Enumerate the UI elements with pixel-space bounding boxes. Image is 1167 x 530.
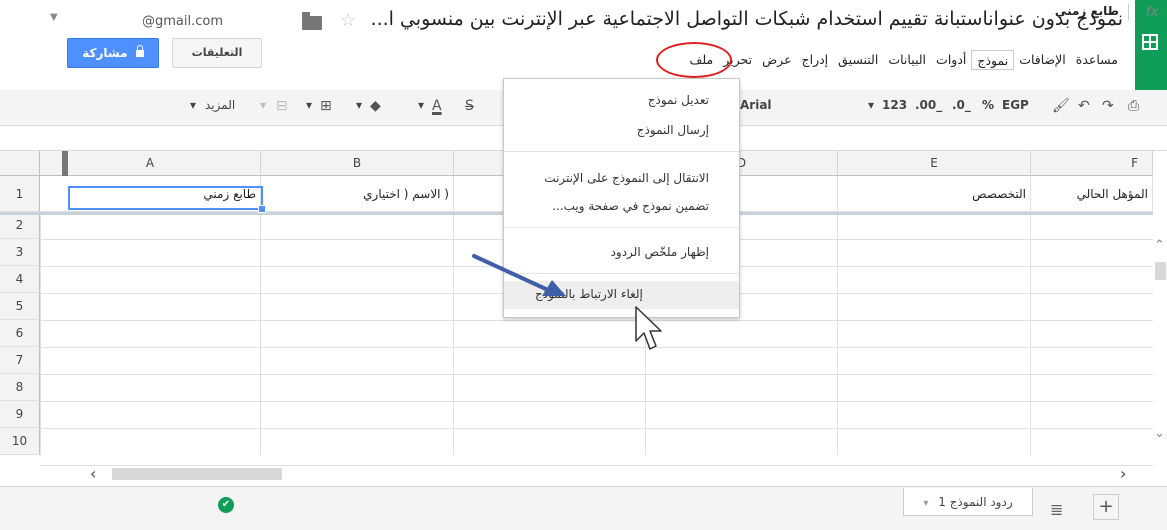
cell-f1[interactable]: المؤهل الحالي — [1031, 176, 1153, 212]
sheet-list-icon[interactable]: ≣ — [1050, 500, 1063, 519]
column-line — [1030, 212, 1031, 455]
account-email[interactable]: @gmail.com — [142, 14, 223, 29]
row-header-3[interactable]: 3 — [0, 239, 40, 266]
row-header-5[interactable]: 5 — [0, 293, 40, 320]
merge-cells-icon[interactable]: ⊟ — [276, 98, 288, 114]
share-label: مشاركة — [82, 46, 128, 60]
document-title[interactable]: نموذج بدون عنواناستبانة تقييم استخدام شب… — [371, 8, 1123, 30]
undo-icon[interactable]: ↶ — [1078, 98, 1090, 114]
menu-data[interactable]: البيانات — [883, 50, 931, 70]
highlight-circle — [656, 42, 732, 78]
menu-format[interactable]: التنسيق — [833, 50, 883, 70]
menu-separator — [504, 227, 739, 228]
text-color-icon[interactable]: A — [432, 98, 442, 114]
fx-icon: fx — [1146, 5, 1159, 20]
currency-button[interactable]: EGP — [1002, 98, 1029, 112]
menu-item-show-summary[interactable]: إظهار ملخّص الردود — [611, 245, 709, 259]
formula-input[interactable]: طابع زمني — [1055, 4, 1119, 18]
strikethrough-icon[interactable]: S̶ — [465, 98, 474, 114]
chevron-down-icon[interactable]: ▾ — [306, 98, 312, 112]
font-select[interactable]: Arial — [740, 98, 772, 112]
more-button[interactable]: المزيد — [205, 98, 235, 112]
mouse-cursor-icon — [635, 306, 662, 350]
star-icon[interactable]: ☆ — [340, 10, 356, 31]
freeze-handle-vertical[interactable] — [62, 151, 68, 176]
sheet-tab-label: ردود النموذج 1 — [938, 495, 1013, 509]
menu-form[interactable]: نموذج — [971, 50, 1015, 70]
check-icon: ✔ — [218, 497, 234, 513]
increase-decimal-button[interactable]: .00_ — [915, 98, 942, 112]
chevron-down-icon[interactable]: ▾ — [356, 98, 362, 112]
decrease-decimal-button[interactable]: .0_ — [952, 98, 971, 112]
menu-view[interactable]: عرض — [757, 50, 796, 70]
chevron-down-icon[interactable]: ▾ — [923, 498, 928, 509]
chevron-down-icon[interactable]: ▾ — [190, 98, 196, 112]
column-header-b[interactable]: B — [261, 151, 454, 176]
menu-help[interactable]: مساعدة — [1071, 50, 1123, 70]
cell-b1[interactable]: ( الاسم ( اختياري — [261, 176, 454, 212]
print-icon[interactable]: ⎙ — [1128, 98, 1139, 114]
select-all-corner[interactable] — [0, 151, 40, 176]
menu-addons[interactable]: الإضافات — [1014, 50, 1071, 70]
menubar: ملف تحرير عرض إدراج التنسيق البيانات أدو… — [684, 50, 1123, 70]
row-header-7[interactable]: 7 — [0, 347, 40, 374]
divider — [1128, 4, 1129, 20]
menu-item-go-to-live-form[interactable]: الانتقال إلى النموذج على الإنترنت — [544, 171, 709, 185]
menu-item-embed-form[interactable]: تضمين نموذج في صفحة ويب... — [552, 199, 709, 213]
row-header-2[interactable]: 2 — [0, 212, 40, 239]
scroll-right-icon[interactable]: › — [1120, 464, 1126, 483]
annotation-arrow-icon — [472, 254, 566, 296]
row-header-4[interactable]: 4 — [0, 266, 40, 293]
row-header-1[interactable]: 1 — [0, 176, 40, 212]
menu-separator — [504, 151, 739, 152]
column-header-f[interactable]: F — [1031, 151, 1153, 176]
chevron-down-icon[interactable]: ▾ — [260, 98, 266, 112]
row-header-8[interactable]: 8 — [0, 374, 40, 401]
borders-icon[interactable]: ⊞ — [320, 98, 332, 114]
horizontal-scroll-thumb[interactable] — [112, 468, 282, 480]
chevron-down-icon[interactable]: ▾ — [418, 98, 424, 112]
fill-handle[interactable] — [258, 205, 266, 213]
add-sheet-button[interactable]: + — [1093, 494, 1119, 520]
fill-color-icon[interactable]: ◆ — [370, 98, 381, 114]
paint-format-icon[interactable]: 🖌 — [1052, 98, 1070, 114]
cell-e1[interactable]: التخصصص — [838, 176, 1031, 212]
percent-button[interactable]: % — [982, 98, 994, 112]
menu-item-edit-form[interactable]: تعديل نموذج — [648, 93, 709, 107]
sheet-tab[interactable]: ردود النموذج 1 ▾ — [903, 488, 1033, 516]
menu-item-send-form[interactable]: إرسال النموذج — [637, 123, 709, 137]
vertical-scroll-thumb[interactable] — [1155, 262, 1166, 280]
row-header-6[interactable]: 6 — [0, 320, 40, 347]
share-button[interactable]: مشاركة — [67, 38, 159, 68]
column-line — [453, 212, 454, 455]
menu-insert[interactable]: إدراج — [797, 50, 834, 70]
lock-icon — [135, 45, 144, 57]
column-line — [260, 212, 261, 455]
row-header-9[interactable]: 9 — [0, 401, 40, 428]
folder-icon[interactable] — [302, 12, 322, 30]
scroll-up-icon[interactable]: ⌃ — [1154, 238, 1165, 253]
column-line — [837, 212, 838, 455]
selected-cell-border — [68, 186, 263, 210]
column-header-e[interactable]: E — [838, 151, 1031, 176]
scroll-left-icon[interactable]: ‹ — [90, 464, 96, 483]
redo-icon[interactable]: ↷ — [1102, 98, 1114, 114]
chevron-down-icon[interactable]: ▼ — [50, 12, 58, 23]
column-header-a[interactable]: A — [40, 151, 261, 176]
menu-tools[interactable]: أدوات — [931, 50, 971, 70]
number-format-button[interactable]: 123 — [882, 98, 907, 112]
scroll-down-icon[interactable]: ⌄ — [1154, 426, 1165, 441]
chevron-down-icon[interactable]: ▾ — [868, 98, 874, 112]
row-header-10[interactable]: 10 — [0, 428, 40, 455]
comments-button[interactable]: التعليقات — [172, 38, 262, 68]
